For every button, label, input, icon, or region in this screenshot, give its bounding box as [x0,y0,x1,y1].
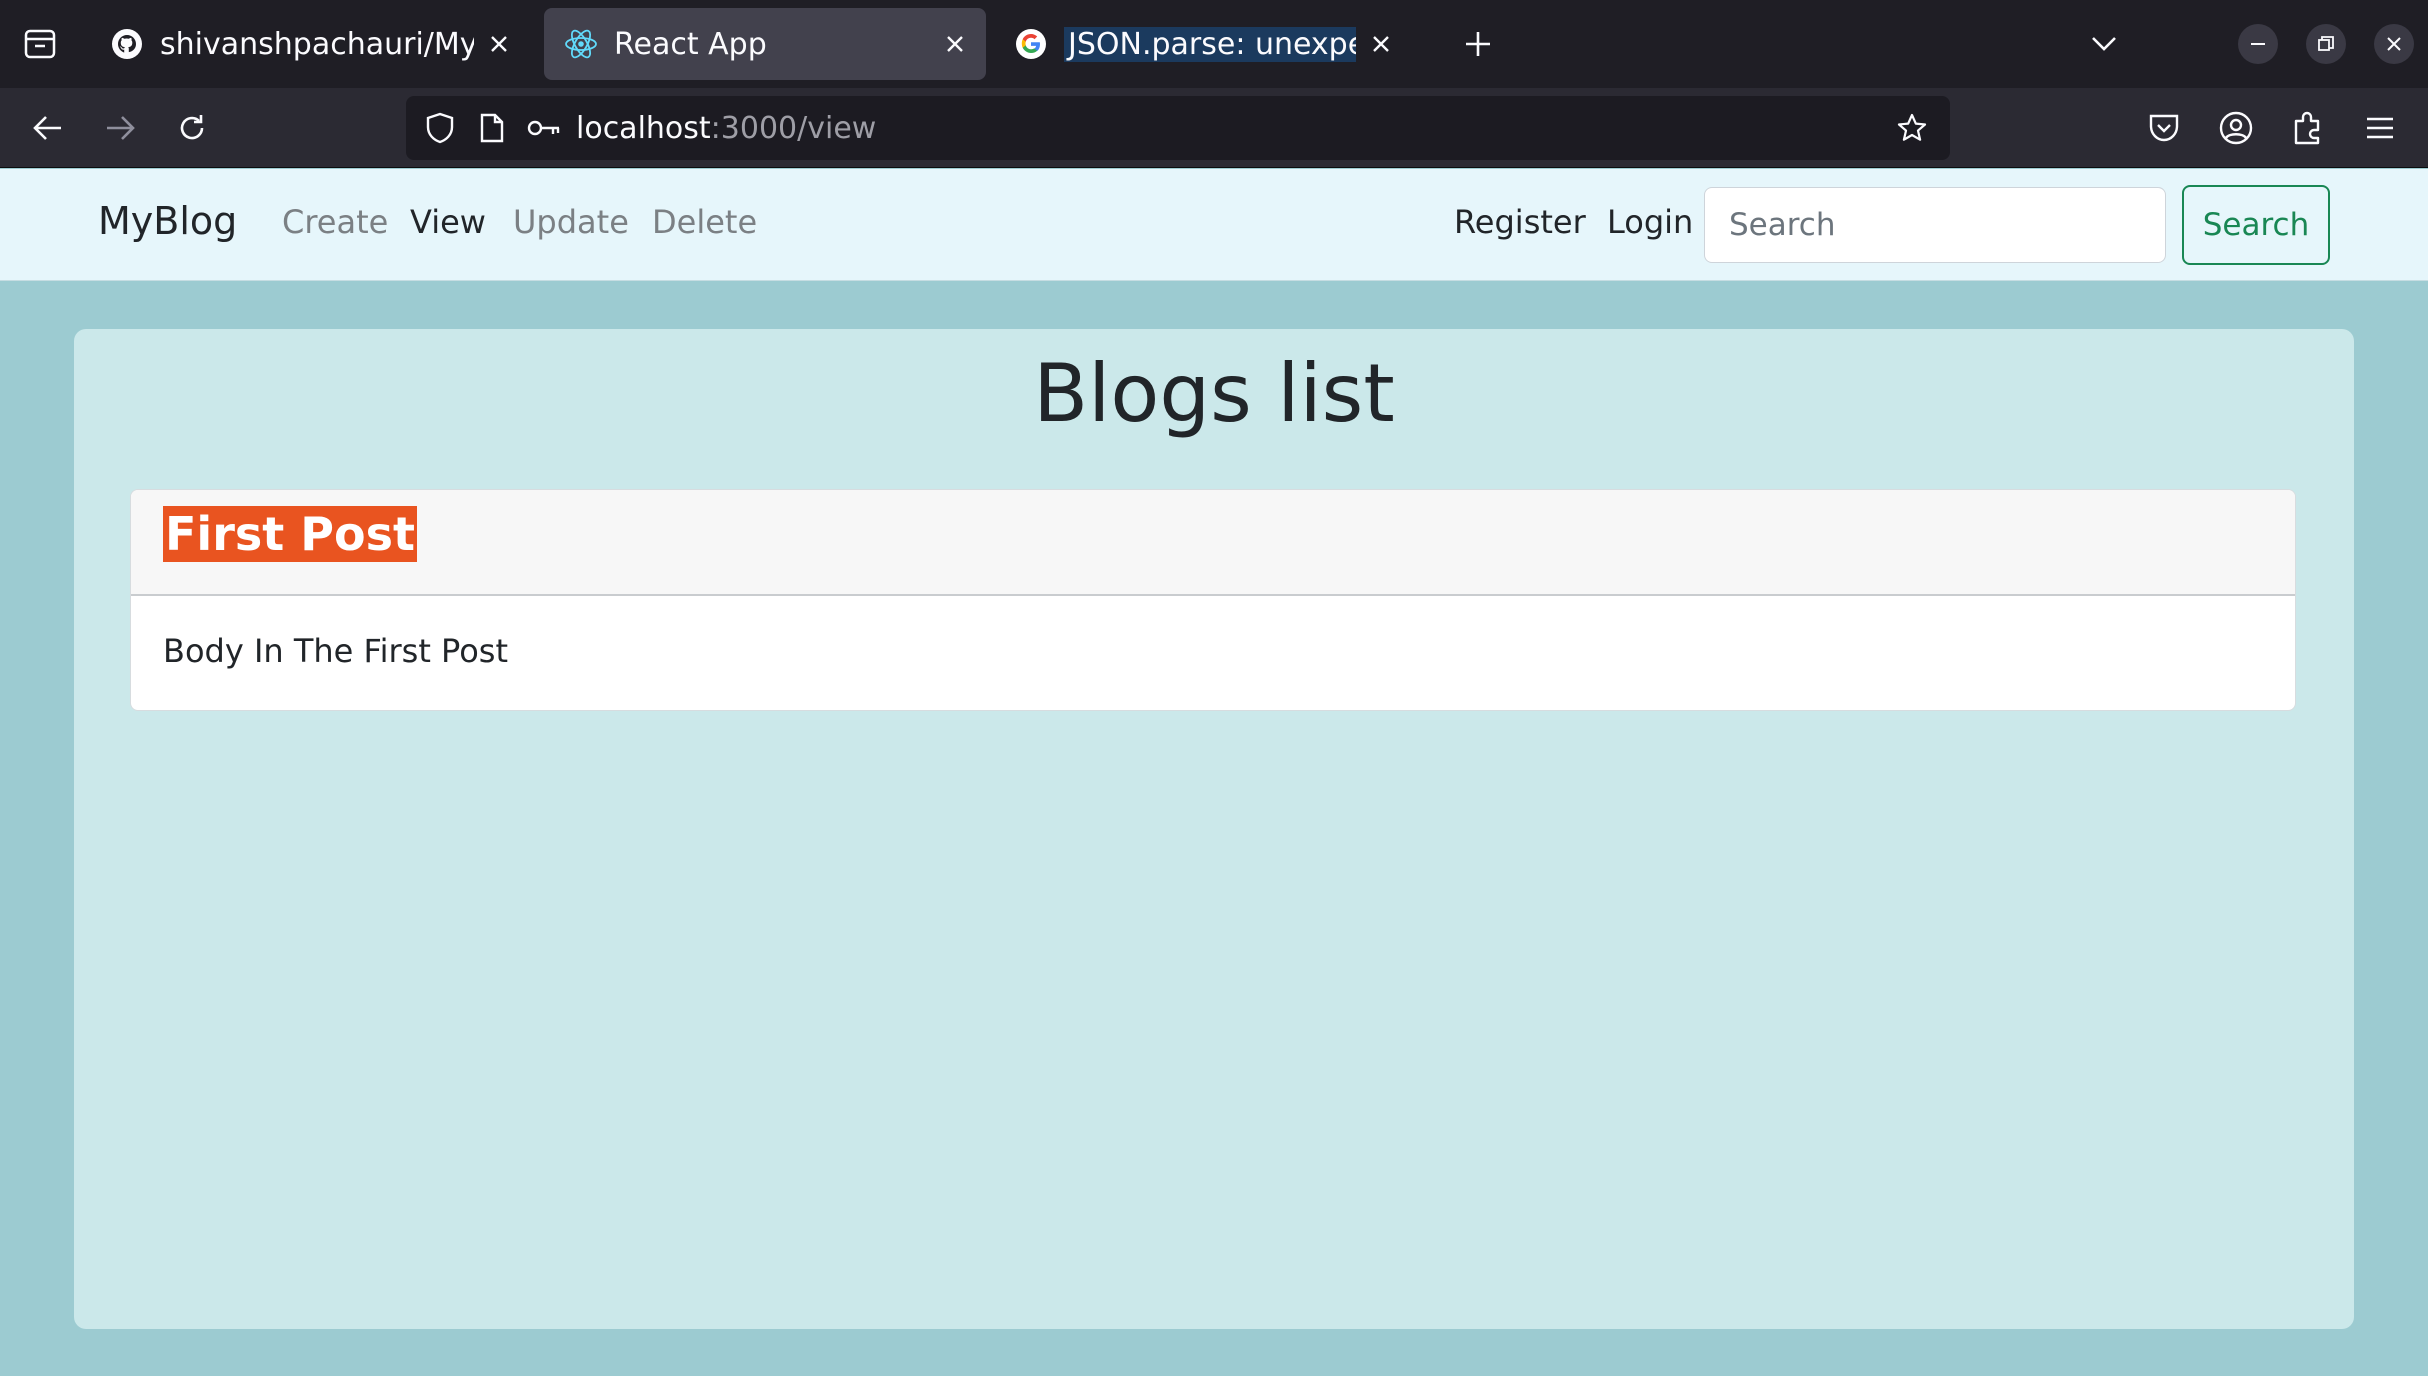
nav-link-view[interactable]: View [410,203,486,241]
close-window-icon[interactable] [2374,24,2414,64]
key-icon[interactable] [518,102,570,154]
tab-title: React App [614,26,767,62]
brand-logo[interactable]: MyBlog [98,199,237,243]
chevron-down-icon[interactable] [2082,22,2126,66]
url-text: localhost:3000/view [576,111,876,146]
account-icon[interactable] [2210,102,2262,154]
tab-title: JSON.parse: unexpected [1064,26,1356,62]
github-icon [110,27,144,61]
url-path: :3000/view [710,110,877,146]
tab-close-icon[interactable] [484,29,514,59]
tab-close-icon[interactable] [1366,29,1396,59]
new-tab-icon[interactable] [1456,22,1500,66]
hamburger-menu-icon[interactable] [2354,102,2406,154]
card-header: First Post [131,490,2295,596]
browser-tab-strip: shivanshpachauri/MyBlog React App JSON.p… [0,0,2428,88]
restore-window-icon[interactable] [2306,24,2346,64]
star-icon[interactable] [1886,102,1938,154]
minimize-window-icon[interactable] [2238,24,2278,64]
tab-close-icon[interactable] [940,29,970,59]
search-input[interactable] [1704,187,2166,263]
search-button[interactable]: Search [2182,185,2330,265]
nav-link-register[interactable]: Register [1454,203,1586,241]
address-bar[interactable]: localhost:3000/view [406,96,1950,160]
page-content: MyBlog Create View Update Delete Registe… [0,169,2428,1376]
blogs-container: Blogs list First Post Body In The First … [74,329,2354,1329]
page-title: Blogs list [1033,347,1395,440]
url-host: localhost [576,110,711,146]
browser-nav-bar: localhost:3000/view [0,88,2428,168]
tab-title: shivanshpachauri/MyBlog [160,26,474,62]
pocket-icon[interactable] [2138,102,2190,154]
blog-post-card: First Post Body In The First Post [130,489,2296,711]
tab-react-app[interactable]: React App [544,8,986,80]
tab-json-parse[interactable]: JSON.parse: unexpected [994,8,1412,80]
page-icon[interactable] [466,102,518,154]
tab-github[interactable]: shivanshpachauri/MyBlog [90,8,530,80]
extensions-icon[interactable] [2282,102,2334,154]
post-title: First Post [163,506,417,562]
forward-arrow-icon[interactable] [94,102,146,154]
site-navbar: MyBlog Create View Update Delete Registe… [0,169,2428,281]
react-icon [564,27,598,61]
post-body: Body In The First Post [163,632,508,670]
shield-icon[interactable] [414,102,466,154]
nav-link-login[interactable]: Login [1607,203,1693,241]
tab-overview-icon[interactable] [14,22,66,66]
reload-icon[interactable] [166,102,218,154]
nav-link-delete[interactable]: Delete [652,203,757,241]
google-icon [1014,27,1048,61]
back-arrow-icon[interactable] [22,102,74,154]
nav-link-create[interactable]: Create [282,203,388,241]
nav-link-update[interactable]: Update [513,203,629,241]
